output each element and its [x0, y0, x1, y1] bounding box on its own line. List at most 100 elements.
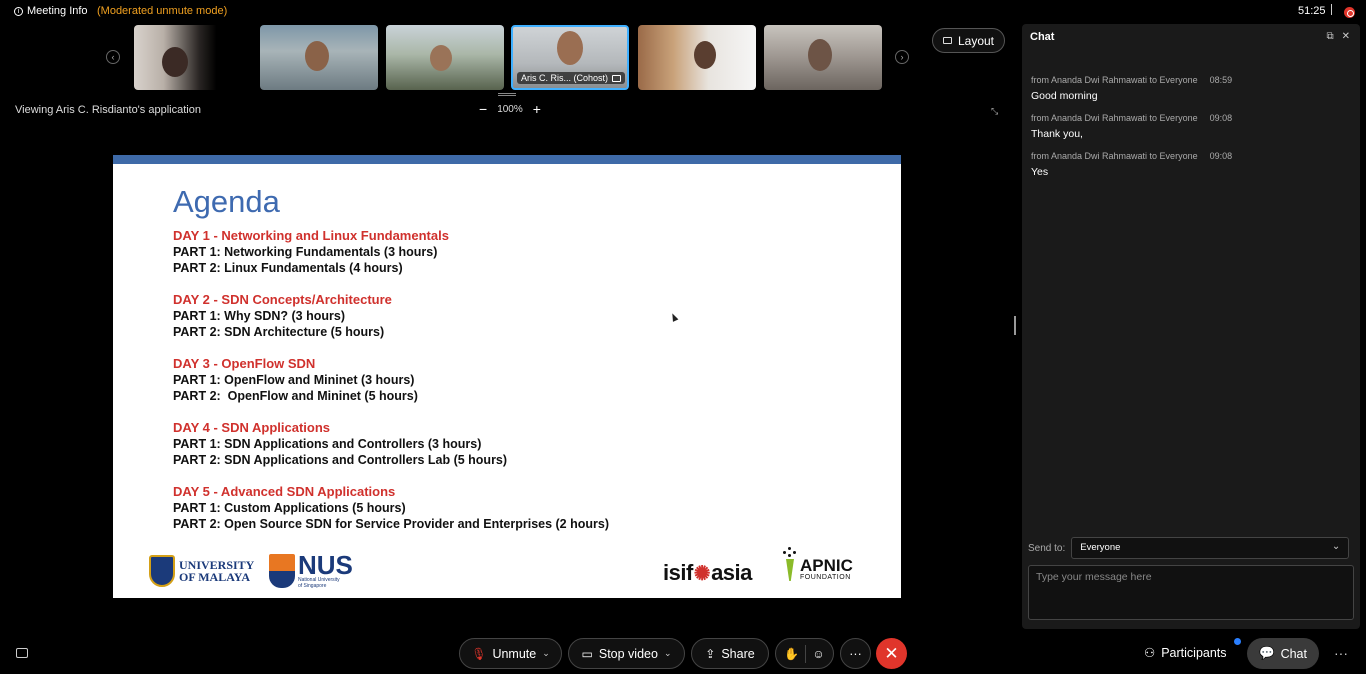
send-to-select[interactable]: Everyone ⌄ [1071, 537, 1350, 559]
agenda-day: DAY 3 - OpenFlow SDN PART 1: OpenFlow an… [173, 356, 609, 404]
strip-prev-icon[interactable]: ‹ [106, 50, 120, 64]
raise-hand-icon[interactable]: ✋ [784, 647, 799, 661]
send-to-label: Send to: [1028, 542, 1066, 554]
day-part: PART 2: SDN Applications and Controllers… [173, 453, 508, 467]
emoji-reaction-icon[interactable]: ☺ [812, 647, 824, 661]
send-to-value: Everyone [1080, 542, 1121, 553]
shared-slide: Agenda DAY 1 - Networking and Linux Fund… [113, 155, 901, 598]
more-options-icon[interactable]: ··· [1334, 645, 1348, 661]
chat-message-time: 09:08 [1209, 151, 1233, 161]
participants-button[interactable]: ⚇ Participants [1144, 645, 1227, 661]
participant-video-1[interactable] [134, 25, 252, 90]
isif-logo-left: isif [663, 560, 693, 585]
expand-icon[interactable]: ⤡ [991, 106, 998, 117]
chat-message-time: 08:59 [1209, 75, 1233, 85]
info-icon: i [14, 6, 23, 16]
chat-message: from Ananda Dwi Rahmawati to Everyone 09… [1031, 151, 1351, 178]
close-icon[interactable]: ✕ [1342, 31, 1350, 42]
chevron-down-icon[interactable]: ⌄ [664, 648, 672, 659]
divider [1331, 4, 1332, 15]
unmute-label: Unmute [492, 646, 537, 661]
day-title: DAY 2 - SDN Concepts/Architecture [173, 292, 392, 307]
day-part: PART 2: OpenFlow and Mininet (5 hours) [173, 389, 418, 403]
screen-share-icon [612, 74, 622, 82]
nus-logo-sub2: of Singapore [298, 583, 327, 589]
chevron-down-icon: ⌄ [1331, 541, 1341, 552]
stop-video-button[interactable]: ▭ Stop video ⌄ [568, 638, 685, 669]
day-title: DAY 3 - OpenFlow SDN [173, 356, 316, 371]
chat-message-meta: from Ananda Dwi Rahmawati to Everyone 09… [1031, 151, 1351, 161]
chat-message-text: Yes [1031, 166, 1049, 178]
zoom-in-button[interactable]: + [533, 102, 541, 116]
top-bar: i Meeting Info (Moderated unmute mode) 5… [0, 0, 1366, 24]
gear-icon: ✺ [693, 562, 711, 585]
captions-icon[interactable] [16, 648, 28, 658]
video-camera-icon: ▭ [581, 646, 593, 661]
participant-name: Aris C. Ris... (Cohost) [521, 73, 609, 83]
meeting-info-label: Meeting Info [27, 5, 88, 17]
apnic-foundation-logo: APNIC FOUNDATION [783, 547, 853, 581]
participant-video-2[interactable] [260, 25, 378, 90]
day-part: PART 2: Linux Fundamentals (4 hours) [173, 261, 403, 275]
agenda-day: DAY 1 - Networking and Linux Fundamental… [173, 228, 609, 276]
nus-logo-text: NUS [298, 550, 353, 580]
share-screen-icon: ⇪ [705, 646, 716, 661]
participant-video-5[interactable] [638, 25, 756, 90]
agenda-day: DAY 4 - SDN Applications PART 1: SDN App… [173, 420, 609, 468]
slide-header-band [113, 155, 901, 164]
nus-crest-icon [269, 554, 295, 588]
participant-face [162, 47, 188, 77]
layout-button[interactable]: Layout [932, 28, 1005, 53]
apnic-logo-sub: FOUNDATION [800, 574, 851, 581]
zoom-out-button[interactable]: − [479, 102, 487, 116]
popout-icon[interactable]: ⧉ [1326, 31, 1333, 42]
participant-video-6[interactable] [764, 25, 882, 90]
isif-asia-logo: isif ✺ asia [663, 560, 752, 586]
unmute-button[interactable]: 🎙 Unmute ⌄ [459, 638, 562, 669]
send-to-row: Send to: Everyone ⌄ [1028, 537, 1350, 559]
day-part: PART 1: SDN Applications and Controllers… [173, 437, 482, 451]
chat-button[interactable]: 💬 Chat [1247, 638, 1319, 669]
participants-label: Participants [1161, 645, 1227, 660]
day-part: PART 1: Custom Applications (5 hours) [173, 501, 406, 515]
mic-muted-icon: 🎙 [471, 646, 487, 661]
um-logo-line2: OF MALAYA [179, 570, 251, 584]
resize-grip[interactable] [498, 93, 516, 96]
stop-video-label: Stop video [598, 646, 658, 661]
day-part: PART 2: SDN Architecture (5 hours) [173, 325, 385, 339]
meeting-timer: 51:25 [1298, 5, 1326, 17]
reactions-group: ✋ ☺ [775, 638, 834, 669]
recording-icon[interactable] [1344, 7, 1355, 18]
moderated-mode-label: (Moderated unmute mode) [97, 5, 228, 17]
apnic-figure-icon [783, 547, 797, 581]
meeting-info-button[interactable]: i Meeting Info [14, 5, 88, 17]
more-icon: ··· [849, 646, 862, 661]
chat-message-text: Good morning [1031, 90, 1098, 102]
zoom-level: 100% [497, 103, 523, 115]
share-button[interactable]: ⇪ Share [691, 638, 769, 669]
strip-next-icon[interactable]: › [895, 50, 909, 64]
university-of-malaya-logo: UNIVERSITY OF MALAYA [149, 555, 254, 587]
apnic-logo-text: APNIC [800, 556, 853, 575]
nus-logo: NUS National University of Singapore [269, 550, 353, 589]
person-icon: ⚇ [1144, 646, 1156, 660]
chat-message-sender: from Ananda Dwi Rahmawati to Everyone [1031, 113, 1198, 123]
slide-title: Agenda [173, 184, 280, 219]
more-options-button[interactable]: ··· [840, 638, 871, 669]
panel-splitter[interactable] [1014, 316, 1016, 335]
agenda-day: DAY 2 - SDN Concepts/Architecture PART 1… [173, 292, 609, 340]
day-title: DAY 5 - Advanced SDN Applications [173, 484, 396, 499]
chat-input-placeholder: Type your message here [1036, 571, 1152, 583]
day-part: PART 1: Why SDN? (3 hours) [173, 309, 345, 323]
layout-label: Layout [957, 33, 995, 48]
chevron-down-icon[interactable]: ⌄ [542, 648, 550, 659]
zoom-controls: − 100% + [479, 102, 541, 116]
chat-button-label: Chat [1280, 646, 1307, 661]
chat-message-sender: from Ananda Dwi Rahmawati to Everyone [1031, 75, 1198, 85]
leave-meeting-button[interactable]: ✕ [876, 638, 907, 669]
chat-message-input[interactable]: Type your message here [1028, 565, 1354, 620]
participant-face [305, 41, 329, 71]
layout-icon [942, 37, 952, 44]
participant-video-3[interactable] [386, 25, 504, 90]
participant-video-4-active[interactable]: Aris C. Ris... (Cohost) [511, 25, 629, 90]
